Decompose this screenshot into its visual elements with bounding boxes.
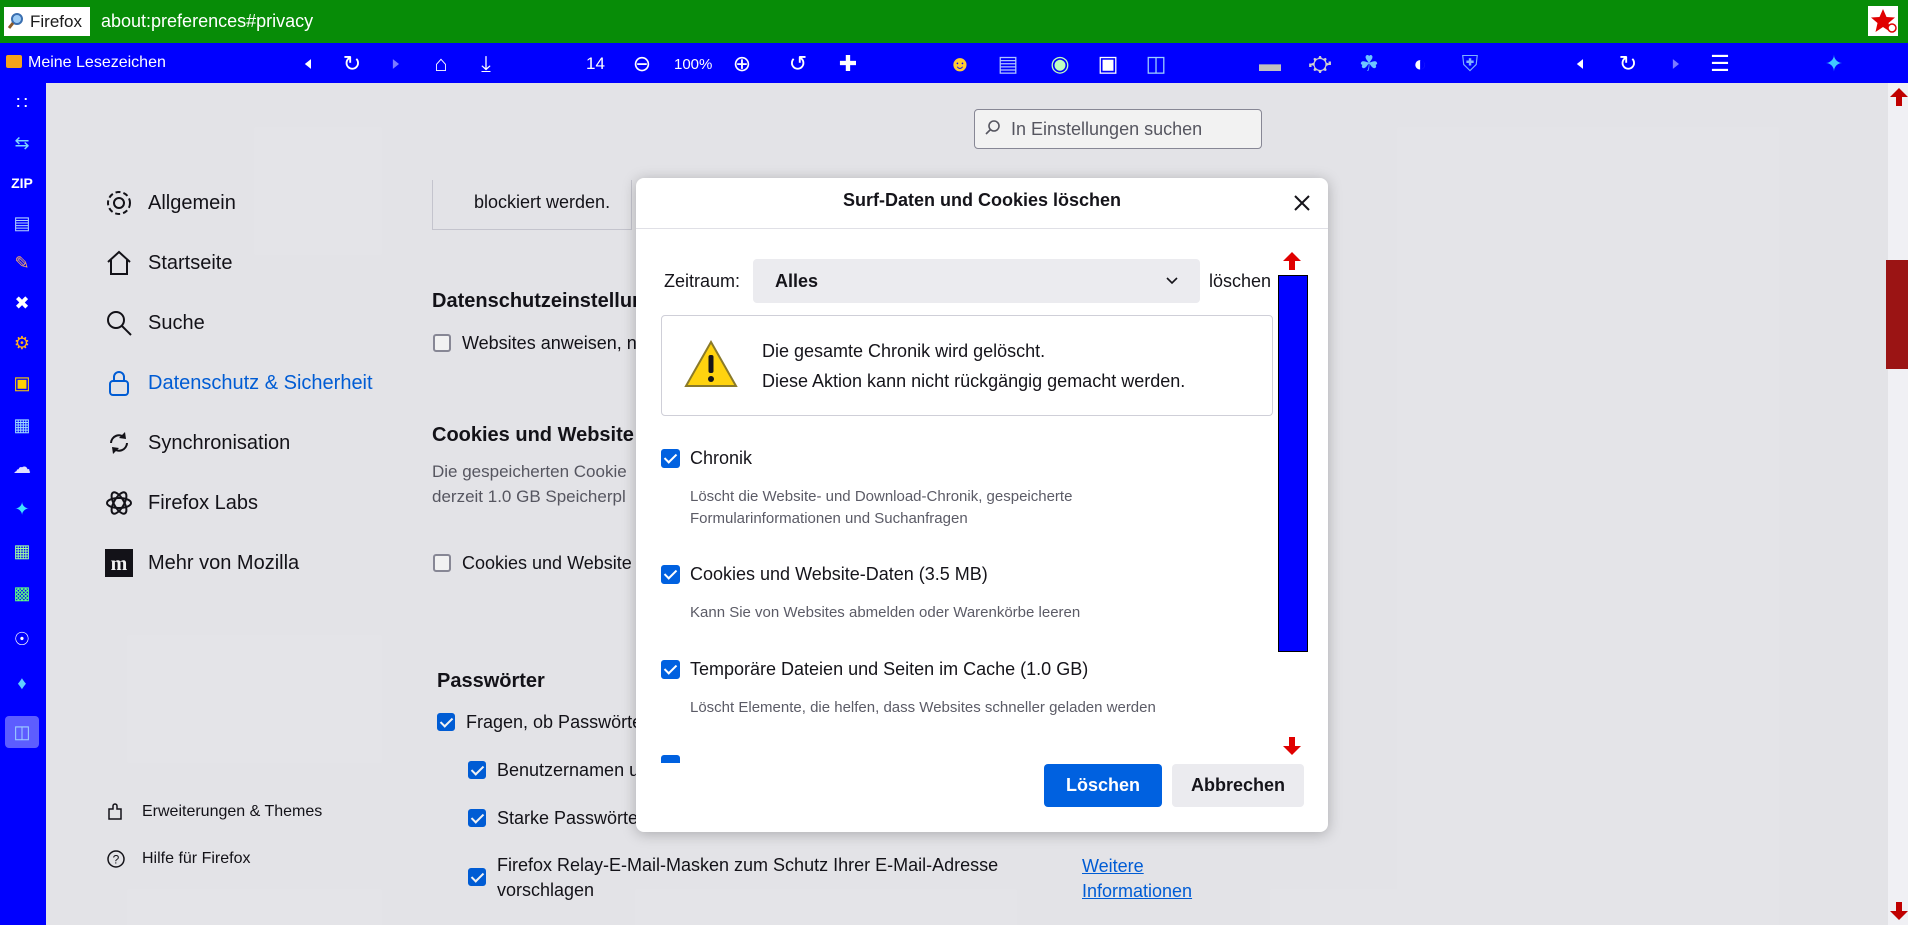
download-icon[interactable]: ⤓ xyxy=(474,52,498,76)
cache-checkbox[interactable] xyxy=(661,660,680,679)
reload-icon[interactable]: ↻ xyxy=(340,52,364,76)
sidebar-card-icon[interactable]: ▤ xyxy=(10,211,34,235)
sidebar-zip-icon[interactable]: ZIP xyxy=(10,171,34,195)
sidebar-gallery-icon[interactable]: ▩ xyxy=(10,581,34,605)
extensions-icon[interactable]: ✦ xyxy=(1822,52,1846,76)
zoom-reset-icon[interactable]: ↺ xyxy=(786,52,810,76)
sidebar-gear-icon[interactable]: ⚙ xyxy=(10,331,34,355)
browser-brand: Firefox xyxy=(30,12,82,31)
emoji-icon[interactable]: ☻ xyxy=(948,52,972,76)
pocket-icon[interactable]: ▬ xyxy=(1258,52,1282,76)
dialog-scroll-up-icon[interactable] xyxy=(1281,250,1303,272)
warning-line-1: Die gesamte Chronik wird gelöscht. xyxy=(762,341,1046,361)
privacy-badger-icon[interactable]: ◐ xyxy=(1408,52,1432,76)
url-text[interactable]: about:preferences#privacy xyxy=(101,11,313,32)
zoom-in-icon[interactable]: ⊕ xyxy=(730,52,754,76)
cache-desc: Löscht Elemente, die helfen, dass Websit… xyxy=(690,699,1156,716)
dialog-scroll-thumb[interactable] xyxy=(1278,275,1308,652)
warning-box xyxy=(661,315,1273,416)
zoom-level[interactable]: 100% xyxy=(674,56,712,73)
sidebar-diamond-icon[interactable]: ♦ xyxy=(10,671,34,695)
history-checkbox[interactable] xyxy=(661,449,680,468)
back-icon[interactable]: 🢐 xyxy=(1568,52,1592,76)
warning-icon xyxy=(684,339,738,387)
new-tab-icon[interactable]: ✚ xyxy=(836,52,860,76)
forward-icon[interactable]: 🢒 xyxy=(384,52,408,76)
scroll-up-arrow-icon[interactable] xyxy=(1888,86,1908,108)
ublock-icon[interactable]: ⛮ xyxy=(1308,52,1332,76)
ghost-icon[interactable]: ☘ xyxy=(1357,52,1381,76)
sidebar-sync-icon[interactable]: ⇆ xyxy=(10,131,34,155)
bookmark-star-icon[interactable] xyxy=(1868,6,1898,36)
forward-icon[interactable]: 🢒 xyxy=(1664,52,1688,76)
sidebar-tools-icon[interactable]: ✖ xyxy=(10,291,34,315)
sidebar-photo-icon[interactable]: ▦ xyxy=(10,539,34,563)
zoom-out-icon[interactable]: ⊖ xyxy=(630,52,654,76)
history-desc-1: Löscht die Website- und Download-Chronik… xyxy=(690,488,1073,505)
time-range-label: Zeitraum: xyxy=(664,271,741,291)
back-icon[interactable]: 🢐 xyxy=(296,52,320,76)
cache-label[interactable]: Temporäre Dateien und Seiten im Cache (1… xyxy=(690,659,1088,680)
chevron-down-icon xyxy=(1166,277,1178,285)
sidebar-puzzle-icon[interactable]: ✦ xyxy=(10,497,34,521)
folder-icon xyxy=(6,55,22,68)
menu-icon[interactable]: ☰ xyxy=(1708,52,1732,76)
shield-icon[interactable]: ⛨ xyxy=(1458,52,1482,76)
zoom-counter: 14 xyxy=(586,54,605,73)
search-icon xyxy=(7,13,23,29)
cookies-data-label[interactable]: Cookies und Website-Daten (3.5 MB) xyxy=(690,564,988,585)
history-desc-2: Formularinformationen und Suchanfragen xyxy=(690,510,968,527)
monitor-icon[interactable]: ◫ xyxy=(1144,52,1168,76)
globe-icon[interactable]: ◉ xyxy=(1048,52,1072,76)
sidebar-lock-icon[interactable]: ▣ xyxy=(10,371,34,395)
sidebar-image-icon[interactable]: ▦ xyxy=(10,413,34,437)
sidebar-grid-icon[interactable]: ∷ xyxy=(10,91,34,115)
close-icon[interactable] xyxy=(1290,191,1314,215)
sidebar-cloud-icon[interactable]: ☁ xyxy=(10,455,34,479)
dialog-divider xyxy=(636,228,1328,229)
warning-line-2: Diese Aktion kann nicht rückgängig gemac… xyxy=(762,371,1186,391)
sidebar-wand-icon[interactable]: ✎ xyxy=(10,251,34,275)
reader-icon[interactable]: ▤ xyxy=(996,52,1020,76)
history-label[interactable]: Chronik xyxy=(690,448,752,469)
dialog-title: Surf-Daten und Cookies löschen xyxy=(842,190,1122,210)
scroll-down-arrow-icon[interactable] xyxy=(1888,900,1908,922)
identity-box[interactable]: Firefox xyxy=(4,7,90,36)
bookmarks-menu[interactable]: Meine Lesezeichen xyxy=(6,54,166,72)
cookies-data-checkbox[interactable] xyxy=(661,565,680,584)
partial-checkbox[interactable] xyxy=(661,755,680,763)
screenshot-icon[interactable]: ▣ xyxy=(1096,52,1120,76)
time-range-suffix: löschen xyxy=(1209,271,1272,291)
sidebar-panel-icon[interactable]: ◫ xyxy=(5,716,39,748)
delete-button[interactable]: Löschen xyxy=(1044,764,1162,807)
sidebar-globe-icon[interactable]: ☉ xyxy=(10,627,34,651)
cancel-button[interactable]: Abbrechen xyxy=(1172,764,1304,807)
reload-icon[interactable]: ↻ xyxy=(1616,52,1640,76)
home-icon[interactable]: ⌂ xyxy=(429,52,453,76)
bookmarks-label: Meine Lesezeichen xyxy=(28,54,166,71)
time-range-select[interactable]: Alles xyxy=(753,259,1200,303)
page-scroll-thumb[interactable] xyxy=(1886,260,1908,369)
cookies-data-desc: Kann Sie von Websites abmelden oder Ware… xyxy=(690,604,1081,621)
dialog-scroll-down-icon[interactable] xyxy=(1281,735,1303,757)
